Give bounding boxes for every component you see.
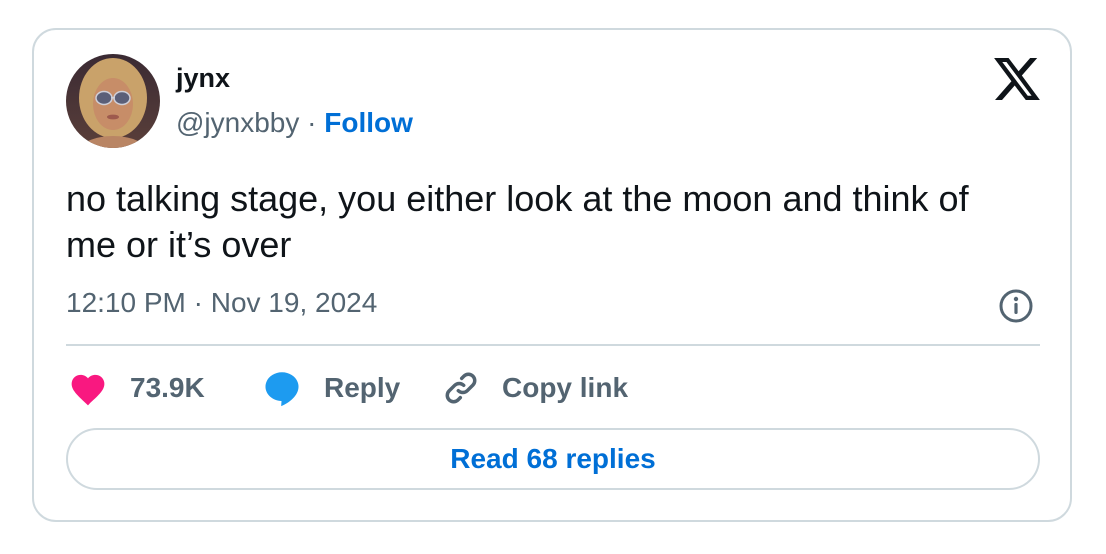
timestamp[interactable]: 12:10 PM · Nov 19, 2024 xyxy=(66,286,377,320)
copy-link-label: Copy link xyxy=(502,372,629,403)
tweet-text: no talking stage, you either look at the… xyxy=(66,178,969,265)
like-button[interactable]: 73.9K xyxy=(68,366,205,410)
copy-link-button[interactable]: Copy link xyxy=(442,366,628,410)
info-icon[interactable] xyxy=(998,288,1034,324)
reply-bubble-icon xyxy=(265,372,299,407)
read-replies-button[interactable]: Read 68 replies xyxy=(66,428,1040,490)
x-logo-icon[interactable] xyxy=(994,58,1040,100)
avatar[interactable] xyxy=(66,54,160,148)
handle[interactable]: @jynxbby xyxy=(176,107,299,138)
like-count: 73.9K xyxy=(130,372,205,403)
divider xyxy=(66,344,1040,346)
link-icon xyxy=(445,372,477,404)
reply-label: Reply xyxy=(324,372,401,403)
display-name[interactable]: jynx xyxy=(176,62,230,94)
separator: · xyxy=(299,107,325,138)
follow-button[interactable]: Follow xyxy=(324,107,413,138)
heart-icon xyxy=(71,374,105,406)
reply-button[interactable]: Reply xyxy=(262,366,400,410)
handle-row: @jynxbby · Follow xyxy=(176,106,413,140)
avatar-photo-icon xyxy=(66,54,160,148)
